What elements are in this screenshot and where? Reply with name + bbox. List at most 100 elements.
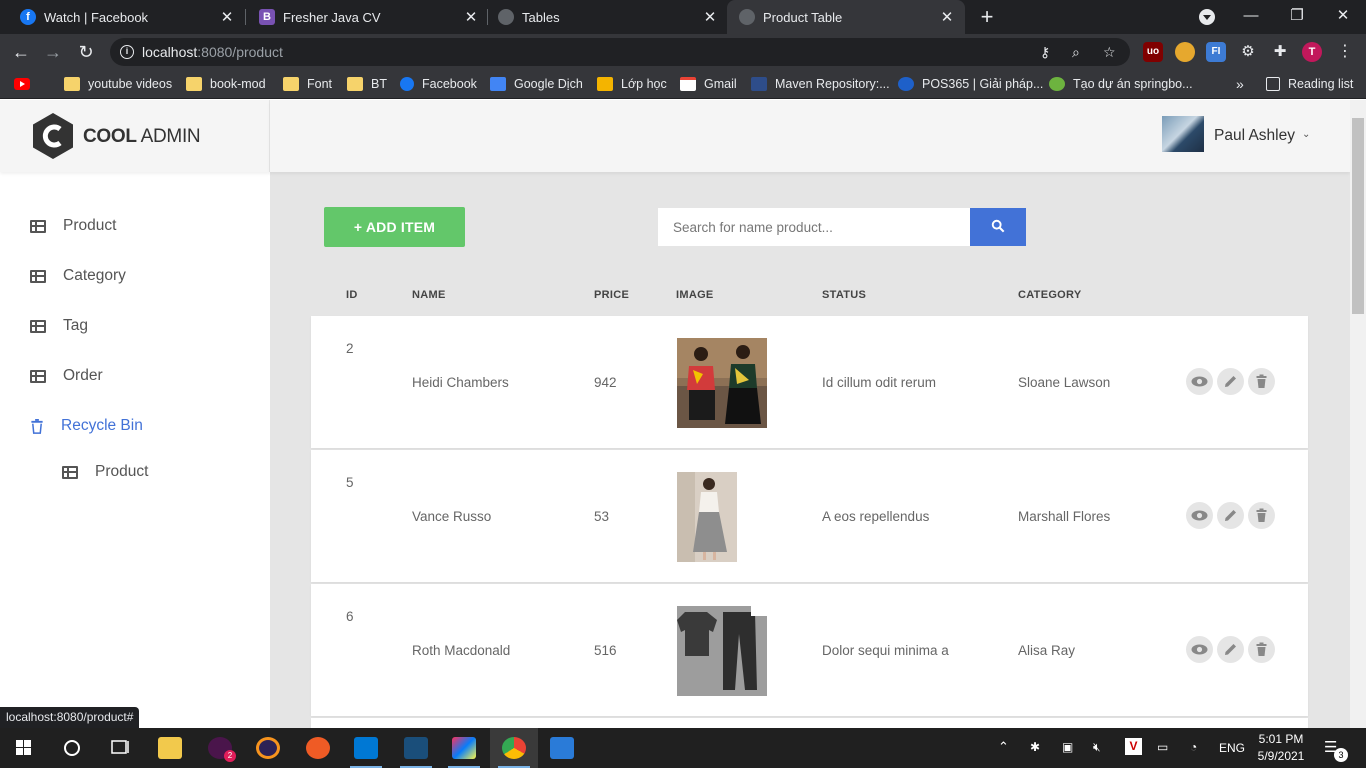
user-name[interactable]: Paul Ashley <box>1214 127 1295 145</box>
chevron-down-icon[interactable]: ⌄ <box>1302 129 1310 140</box>
close-tab-icon[interactable]: ✕ <box>700 8 720 26</box>
bookmark-bt[interactable]: BT <box>347 75 387 93</box>
reading-list[interactable]: Reading list <box>1266 75 1353 93</box>
bookmark-facebook[interactable]: Facebook <box>400 75 477 93</box>
puzzle-extensions-icon[interactable]: ✚ <box>1270 42 1290 62</box>
reload-icon[interactable]: ↻ <box>73 39 99 65</box>
view-button[interactable] <box>1186 368 1213 395</box>
edit-button[interactable] <box>1217 502 1244 529</box>
sidebar-item-label: Product <box>95 463 149 480</box>
tab-fresher-java-cv[interactable]: B Fresher Java CV ✕ <box>239 0 489 34</box>
sidebar-item-recycle-bin[interactable]: Recycle Bin <box>30 414 143 438</box>
ublock-extension-icon[interactable]: uo <box>1143 42 1163 62</box>
wifi-icon[interactable]: ◔ <box>1190 740 1197 754</box>
key-icon[interactable]: ⚷ <box>1040 44 1050 61</box>
pencil-icon <box>1225 376 1236 387</box>
delete-button[interactable] <box>1248 502 1275 529</box>
file-explorer-app[interactable] <box>146 728 194 768</box>
slack-tray-icon[interactable]: ✱ <box>1030 740 1040 754</box>
address-bar[interactable]: i localhost:8080/product ⚷ ⌕ ☆ <box>110 38 1130 66</box>
view-button[interactable] <box>1186 502 1213 529</box>
avatar[interactable] <box>1162 116 1204 152</box>
table-icon <box>30 219 46 233</box>
vscode-app[interactable] <box>342 728 390 768</box>
site-info-icon[interactable]: i <box>120 45 134 59</box>
show-hidden-icons[interactable]: ⌃ <box>998 739 1009 755</box>
sidebar-item-category[interactable]: Category <box>30 264 126 288</box>
edit-button[interactable] <box>1217 368 1244 395</box>
bookmark-lop-hoc[interactable]: Lớp học <box>597 75 667 93</box>
extension-icon[interactable] <box>1175 42 1195 62</box>
photos-app[interactable] <box>538 728 586 768</box>
edit-button[interactable] <box>1217 636 1244 663</box>
delete-button[interactable] <box>1248 368 1275 395</box>
search-taskbar-button[interactable] <box>48 728 96 768</box>
close-window-button[interactable]: ✕ <box>1320 0 1366 34</box>
globe-icon <box>739 9 755 25</box>
delete-button[interactable] <box>1248 636 1275 663</box>
chrome-app[interactable] <box>490 728 538 768</box>
bookmark-pos365[interactable]: POS365 | Giải pháp... <box>898 75 1043 93</box>
tab-watch-facebook[interactable]: f Watch | Facebook ✕ <box>0 0 245 34</box>
close-tab-icon[interactable]: ✕ <box>217 8 237 26</box>
chrome-menu-icon[interactable]: ⋮ <box>1332 39 1358 65</box>
sidebar-item-tag[interactable]: Tag <box>30 314 88 338</box>
view-button[interactable] <box>1186 636 1213 663</box>
bookmark-maven-repository[interactable]: Maven Repository:... <box>751 75 890 93</box>
table-row: 5 Vance Russo 53 A eos repellendus Marsh… <box>311 450 1308 582</box>
youtube-icon[interactable] <box>14 78 30 90</box>
mysql-workbench-app[interactable] <box>392 728 440 768</box>
folder-icon <box>186 77 202 91</box>
zoom-icon[interactable]: ⌕ <box>1072 44 1080 61</box>
eclipse-app[interactable] <box>244 728 292 768</box>
close-tab-icon[interactable]: ✕ <box>937 8 957 26</box>
cell-status: A eos repellendus <box>822 509 930 524</box>
tab-product-table[interactable]: Product Table ✕ <box>727 0 965 34</box>
bookmark-label: Google Dịch <box>514 77 583 91</box>
eye-icon <box>1191 510 1208 521</box>
volume-mute-icon[interactable]: 🔇︎ <box>1093 740 1101 755</box>
slack-app[interactable]: 2 <box>196 728 244 768</box>
bookmark-book-mod[interactable]: book-mod <box>186 75 266 93</box>
bookmark-font[interactable]: Font <box>283 75 332 93</box>
chrome-icon <box>502 737 526 759</box>
clock[interactable]: 5:01 PM 5/9/2021 <box>1254 731 1308 765</box>
bookmark-spring[interactable]: Tạo dự án springbo... <box>1049 75 1193 93</box>
tab-search-icon[interactable] <box>1199 9 1215 25</box>
intellij-app[interactable] <box>440 728 488 768</box>
profile-avatar[interactable]: T <box>1302 42 1322 62</box>
vietkey-icon[interactable]: V <box>1125 738 1142 755</box>
search-button[interactable] <box>970 208 1026 246</box>
bookmark-gmail[interactable]: Gmail <box>680 75 737 93</box>
forward-icon[interactable]: → <box>40 39 66 65</box>
sidebar-item-product[interactable]: Product <box>30 214 116 238</box>
bookmark-label: book-mod <box>210 77 266 91</box>
back-icon[interactable]: ← <box>8 39 34 65</box>
start-button[interactable] <box>0 728 48 768</box>
new-tab-button[interactable]: + <box>976 4 998 30</box>
add-item-button[interactable]: + ADD ITEM <box>324 207 465 247</box>
postman-app[interactable] <box>294 728 342 768</box>
cell-category: Sloane Lawson <box>1018 375 1111 390</box>
bookmark-google-dich[interactable]: Google Dịch <box>490 75 583 93</box>
sidebar-subitem-recycle-product[interactable]: Product <box>62 460 148 484</box>
bookmark-youtube-videos[interactable]: youtube videos <box>64 75 172 93</box>
restore-button[interactable]: ❐ <box>1274 0 1320 34</box>
more-bookmarks-icon[interactable]: » <box>1236 75 1244 93</box>
fi-extension-icon[interactable]: FI <box>1206 42 1226 62</box>
table-row <box>311 718 1308 728</box>
minimize-button[interactable]: — <box>1228 0 1274 34</box>
clock-time: 5:01 PM <box>1258 732 1304 746</box>
battery-icon[interactable]: ▭ <box>1157 740 1168 754</box>
sidebar-item-order[interactable]: Order <box>30 364 103 388</box>
logo-text[interactable]: COOL ADMIN <box>83 126 201 148</box>
task-view-button[interactable] <box>96 728 144 768</box>
scrollbar-thumb[interactable] <box>1352 118 1364 314</box>
tab-tables[interactable]: Tables ✕ <box>478 0 728 34</box>
search-input[interactable] <box>658 208 970 246</box>
gear-extension-icon[interactable]: ⚙ <box>1238 42 1258 62</box>
bookmark-star-icon[interactable]: ☆ <box>1103 44 1116 61</box>
meet-now-icon[interactable]: ▣ <box>1062 740 1073 754</box>
language-indicator[interactable]: ENG <box>1219 741 1245 755</box>
url-text[interactable]: localhost:8080/product <box>142 44 283 60</box>
